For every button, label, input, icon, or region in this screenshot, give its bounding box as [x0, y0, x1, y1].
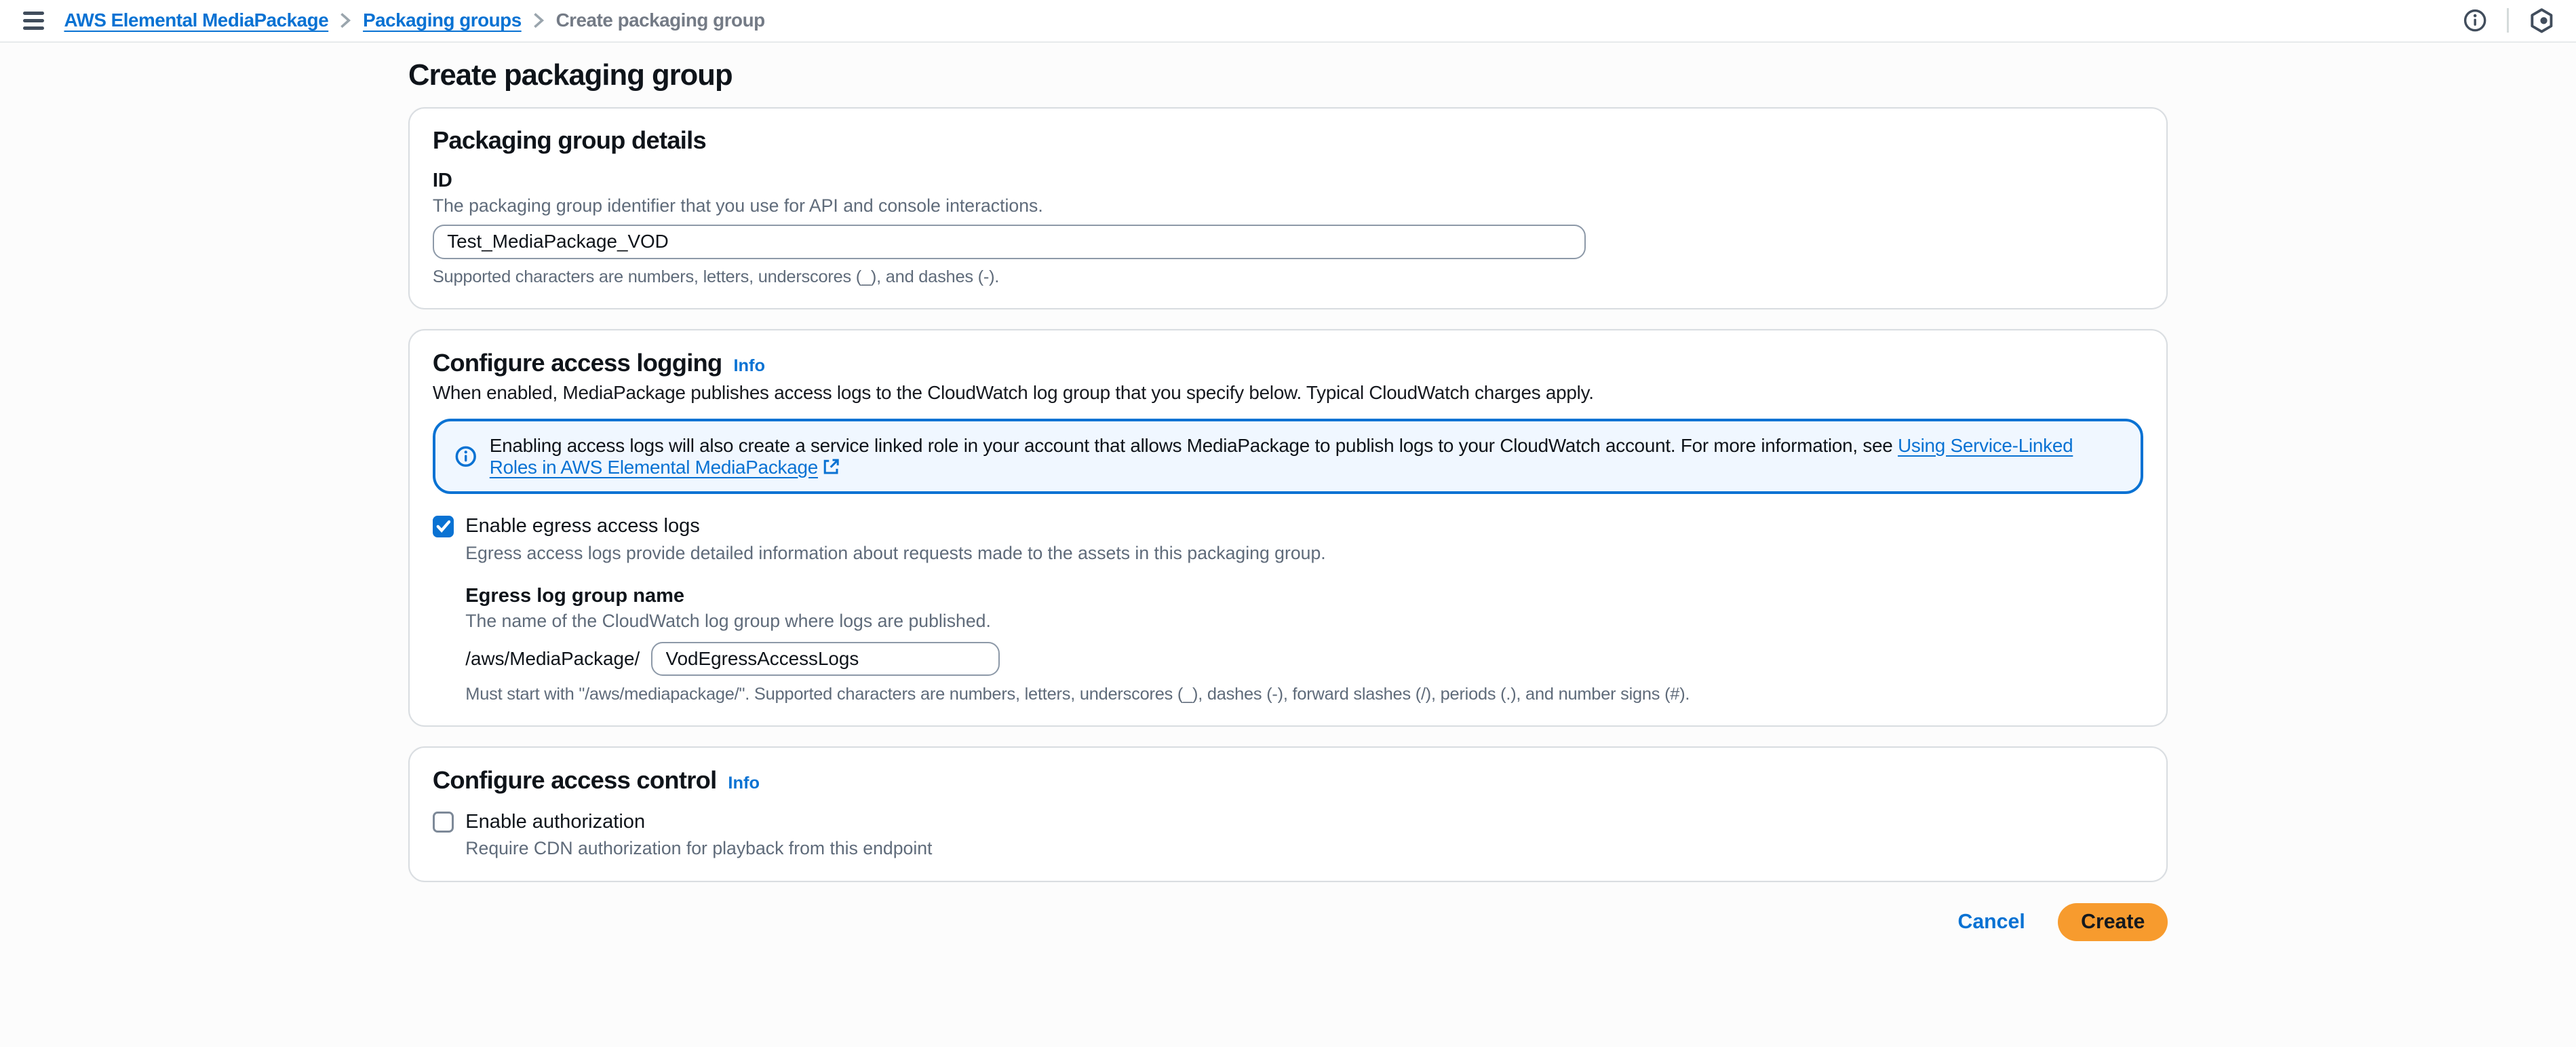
logging-card-heading: Configure access logging — [433, 349, 722, 377]
packaging-group-details-card: Packaging group details ID The packaging… — [408, 107, 2168, 310]
log-group-input[interactable] — [651, 642, 1000, 677]
id-constraint-text: Supported characters are numbers, letter… — [433, 267, 2143, 287]
info-circle-icon — [455, 446, 476, 467]
id-description: The packaging group identifier that you … — [433, 195, 2143, 216]
logging-info-link[interactable]: Info — [733, 356, 765, 376]
breadcrumb-current-page: Create packaging group — [556, 9, 765, 31]
info-icon[interactable] — [2461, 7, 2489, 35]
topbar-utilities — [2461, 5, 2556, 35]
log-group-description: The name of the CloudWatch log group whe… — [465, 611, 2143, 632]
details-card-heading: Packaging group details — [433, 126, 706, 155]
chevron-right-icon — [533, 12, 545, 28]
id-field: ID The packaging group identifier that y… — [433, 170, 2143, 287]
id-label: ID — [433, 170, 2143, 192]
breadcrumb-packaging-groups-link[interactable]: Packaging groups — [363, 9, 522, 31]
log-group-label: Egress log group name — [465, 585, 2143, 607]
authorization-checkbox[interactable] — [433, 812, 454, 833]
configure-access-logging-card: Configure access logging Info When enabl… — [408, 329, 2168, 727]
alert-message: Enabling access logs will also create a … — [490, 435, 1898, 456]
access-card-heading: Configure access control — [433, 766, 717, 795]
configure-access-control-card: Configure access control Info Enable aut… — [408, 746, 2168, 882]
breadcrumb-service-link[interactable]: AWS Elemental MediaPackage — [64, 9, 328, 31]
alert-text: Enabling access logs will also create a … — [490, 435, 2121, 478]
egress-logs-checkbox-label[interactable]: Enable egress access logs — [465, 515, 700, 537]
authorization-description: Require CDN authorization for playback f… — [465, 838, 2143, 859]
form-actions: Cancel Create — [408, 903, 2168, 941]
external-link-icon — [823, 459, 839, 475]
logging-card-description: When enabled, MediaPackage publishes acc… — [433, 382, 2143, 404]
chevron-right-icon — [340, 12, 351, 28]
egress-log-group-field: Egress log group name The name of the Cl… — [465, 585, 2143, 704]
topbar-divider — [2507, 8, 2508, 33]
id-input[interactable] — [433, 225, 1586, 259]
egress-logs-checkbox[interactable] — [433, 516, 454, 537]
authorization-checkbox-row: Enable authorization — [433, 811, 2143, 833]
page-title: Create packaging group — [408, 59, 2168, 92]
settings-gear-icon[interactable] — [2527, 5, 2557, 35]
cancel-button[interactable]: Cancel — [1957, 911, 2025, 934]
top-navigation-bar: AWS Elemental MediaPackage Packaging gro… — [0, 0, 2576, 43]
log-group-prefix: /aws/MediaPackage/ — [465, 648, 640, 670]
app-window: AWS Elemental MediaPackage Packaging gro… — [0, 0, 2576, 1047]
info-alert: Enabling access logs will also create a … — [433, 419, 2143, 494]
access-control-info-link[interactable]: Info — [728, 774, 760, 793]
hamburger-menu-icon[interactable] — [20, 7, 47, 35]
log-group-constraint-text: Must start with "/aws/mediapackage/". Su… — [465, 685, 2143, 704]
create-button[interactable]: Create — [2058, 903, 2168, 941]
egress-logs-description: Egress access logs provide detailed info… — [465, 543, 2143, 564]
authorization-checkbox-label[interactable]: Enable authorization — [465, 811, 645, 833]
breadcrumb: AWS Elemental MediaPackage Packaging gro… — [64, 9, 764, 31]
egress-logs-checkbox-row: Enable egress access logs — [433, 515, 2143, 537]
content-area: Create packaging group Packaging group d… — [408, 59, 2168, 882]
